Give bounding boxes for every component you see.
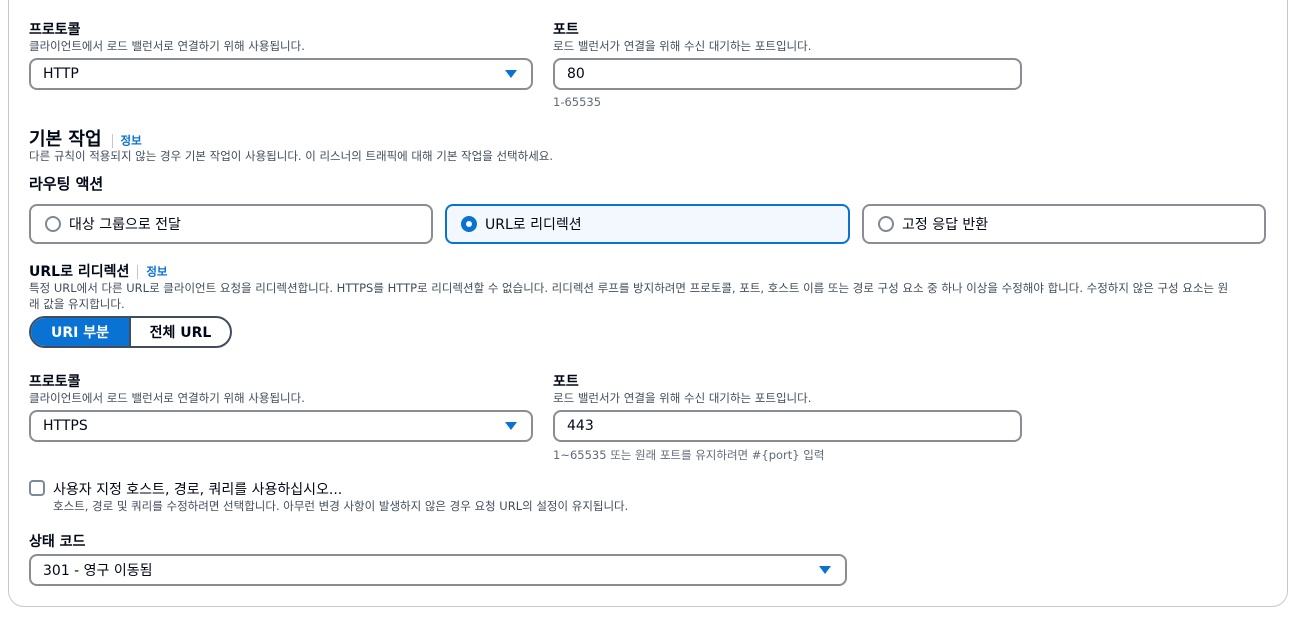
- redirect-port-description: 로드 밸런서가 연결을 위해 수신 대기하는 포트입니다.: [553, 391, 812, 405]
- caret-down-icon: [505, 422, 517, 430]
- radio-selected-icon: [461, 216, 477, 232]
- caret-down-icon: [505, 70, 517, 78]
- redirect-port-label: 포트: [553, 374, 579, 390]
- redirect-protocol-select[interactable]: HTTPS: [29, 410, 533, 442]
- tile-label: 대상 그룹으로 전달: [69, 217, 181, 233]
- routing-action-label: 라우팅 액션: [29, 175, 104, 193]
- redirect-protocol-value: HTTPS: [43, 418, 88, 434]
- redirect-protocol-label: 프로토콜: [29, 374, 81, 390]
- port-input[interactable]: 80: [553, 58, 1022, 90]
- redirect-protocol-description: 클라이언트에서 로드 밸런서로 연결하기 위해 사용됩니다.: [29, 391, 305, 405]
- protocol-label: 프로토콜: [29, 22, 81, 38]
- divider: [111, 133, 113, 148]
- radio-icon: [878, 216, 894, 232]
- port-hint: 1-65535: [553, 95, 602, 109]
- divider: [137, 264, 139, 279]
- custom-host-checkbox[interactable]: [29, 480, 45, 496]
- port-value: 80: [567, 66, 585, 82]
- redirect-description-line1: 특정 URL에서 다른 URL로 클라이언트 요청을 리디렉션합니다. HTTP…: [29, 281, 1229, 295]
- tile-label: URL로 리디렉션: [485, 217, 582, 233]
- info-link[interactable]: 정보: [146, 265, 167, 279]
- status-code-value: 301 - 영구 이동됨: [43, 563, 153, 579]
- protocol-select[interactable]: HTTP: [29, 58, 533, 90]
- radio-icon: [45, 216, 61, 232]
- redirect-port-input[interactable]: 443: [553, 410, 1022, 442]
- listener-panel: [8, 0, 1288, 607]
- redirect-port-value: 443: [567, 418, 594, 434]
- tile-redirect-url[interactable]: URL로 리디렉션: [445, 204, 850, 244]
- tile-label: 고정 응답 반환: [902, 217, 989, 233]
- protocol-value: HTTP: [43, 66, 79, 82]
- custom-host-description: 호스트, 경로 및 쿼리를 수정하려면 선택합니다. 아무런 변경 사항이 발생…: [53, 499, 629, 513]
- custom-host-label[interactable]: 사용자 지정 호스트, 경로, 쿼리를 사용하십시오...: [53, 479, 342, 499]
- redirect-port-hint: 1~65535 또는 원래 포트를 유지하려면 #{port} 입력: [553, 448, 825, 462]
- redirect-header: URL로 리디렉션 정보: [29, 261, 168, 281]
- port-label: 포트: [553, 22, 579, 38]
- tile-forward-target-group[interactable]: 대상 그룹으로 전달: [29, 204, 433, 244]
- segment-uri-parts[interactable]: URI 부분: [31, 318, 131, 346]
- port-description: 로드 밸런서가 연결을 위해 수신 대기하는 포트입니다.: [553, 39, 812, 53]
- status-code-select[interactable]: 301 - 영구 이동됨: [29, 554, 847, 586]
- redirect-description-line2: 래 값을 유지합니다.: [29, 297, 125, 311]
- redirect-title: URL로 리디렉션: [29, 264, 130, 280]
- segment-full-url[interactable]: 전체 URL: [131, 318, 230, 346]
- tile-fixed-response[interactable]: 고정 응답 반환: [862, 204, 1266, 244]
- default-action-title: 기본 작업: [29, 129, 102, 150]
- protocol-description: 클라이언트에서 로드 밸런서로 연결하기 위해 사용됩니다.: [29, 39, 305, 53]
- status-code-label: 상태 코드: [29, 534, 86, 550]
- info-link[interactable]: 정보: [121, 134, 142, 148]
- caret-down-icon: [819, 566, 831, 574]
- default-action-description: 다른 규칙이 적용되지 않는 경우 기본 작업이 사용됩니다. 이 리스너의 트…: [29, 149, 554, 163]
- redirect-mode-segmented-control: URI 부분 전체 URL: [29, 316, 232, 348]
